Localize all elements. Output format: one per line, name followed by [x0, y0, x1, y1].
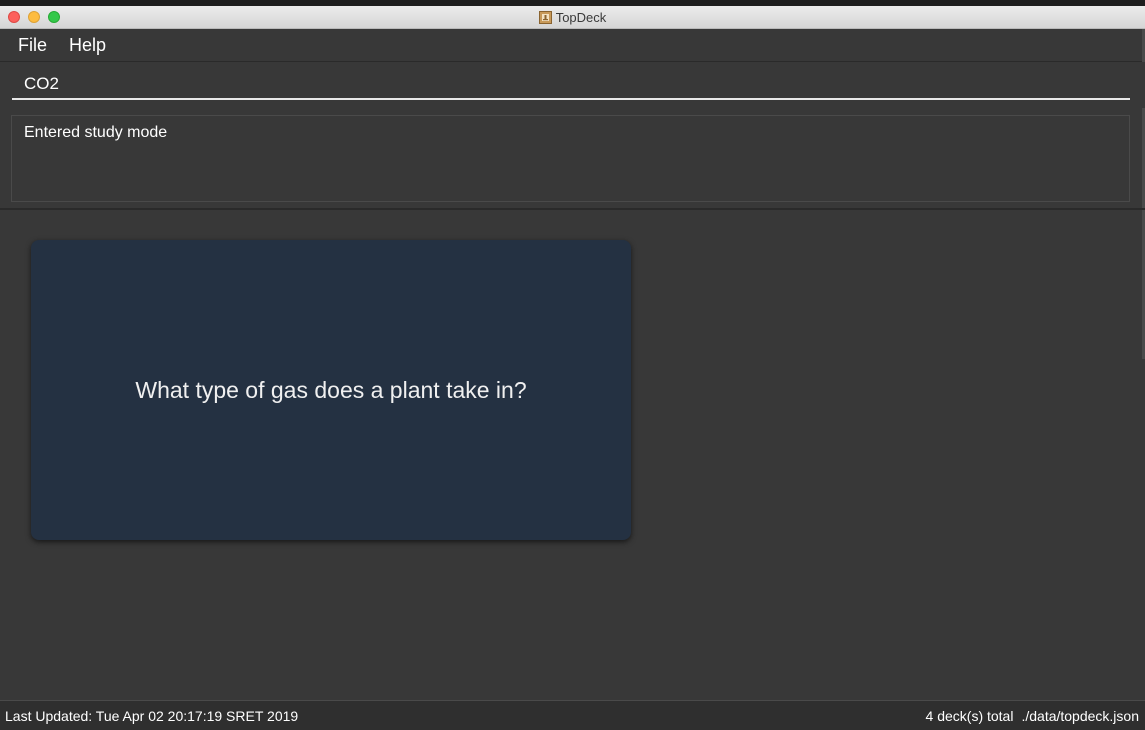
result-display: Entered study mode	[11, 115, 1130, 202]
deck-count-status: 4 deck(s) total	[925, 708, 1014, 724]
last-updated-status: Last Updated: Tue Apr 02 20:17:19 SRET 2…	[5, 708, 299, 724]
window-title: TopDeck	[555, 9, 607, 25]
command-input[interactable]	[12, 70, 1130, 100]
status-right-group: 4 deck(s) total ./data/topdeck.json	[926, 708, 1139, 724]
card-question: What type of gas does a plant take in?	[135, 376, 527, 403]
app-icon	[538, 10, 552, 24]
window-title-group: TopDeck	[0, 6, 1145, 28]
menu-file[interactable]: File	[18, 35, 47, 56]
status-bar: Last Updated: Tue Apr 02 20:17:19 SRET 2…	[0, 700, 1145, 730]
menu-bar: File Help	[0, 29, 1145, 62]
app-window: TopDeck File Help Entered study mode Wha…	[0, 6, 1145, 730]
panel-divider	[0, 208, 1145, 210]
result-message: Entered study mode	[24, 124, 168, 141]
menu-help[interactable]: Help	[69, 35, 106, 56]
command-box	[0, 62, 1145, 108]
flashcard[interactable]: What type of gas does a plant take in?	[31, 240, 631, 540]
title-bar: TopDeck	[0, 6, 1145, 29]
file-path-status: ./data/topdeck.json	[1021, 708, 1139, 724]
